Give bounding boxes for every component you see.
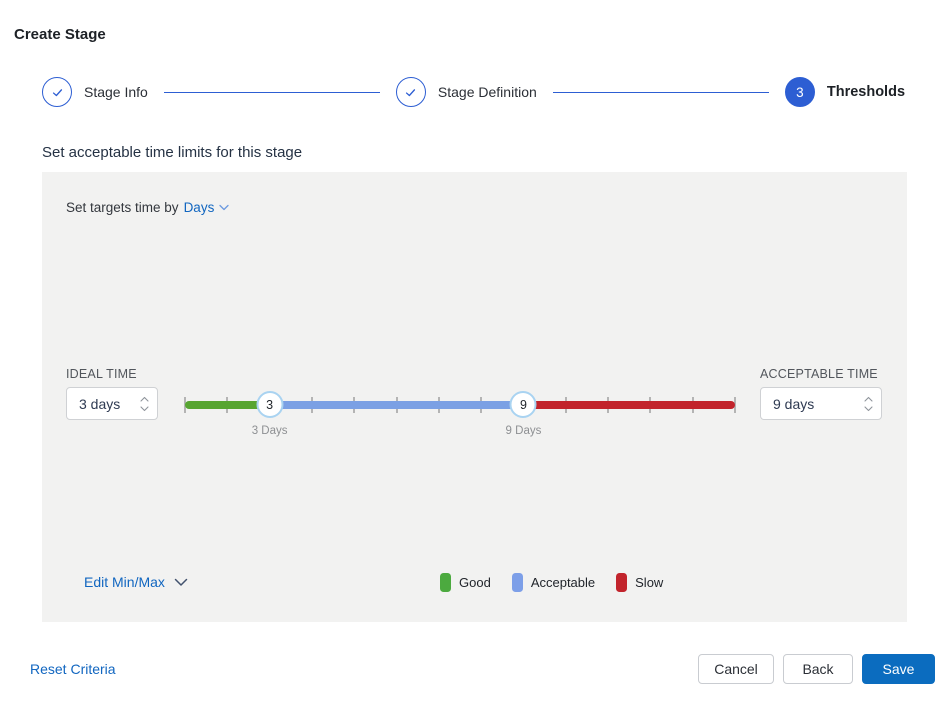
- ideal-time-value: 3 days: [79, 396, 120, 412]
- thresholds-panel: Set targets time by Days IDEAL TIME 3 da…: [42, 172, 907, 622]
- wizard-stepper: Stage Info Stage Definition 3 Thresholds: [42, 77, 905, 107]
- legend-label: Good: [459, 575, 491, 590]
- acceptable-time-label: ACCEPTABLE TIME: [760, 367, 878, 381]
- reset-criteria-link[interactable]: Reset Criteria: [30, 661, 116, 677]
- section-heading: Set acceptable time limits for this stag…: [42, 144, 302, 161]
- stepper-connector: [164, 92, 380, 93]
- page-title: Create Stage: [14, 26, 106, 43]
- unit-dropdown-value: Days: [184, 200, 215, 215]
- step-label: Stage Info: [84, 84, 148, 100]
- chevron-down-icon: [140, 405, 149, 411]
- step-stage-definition[interactable]: Stage Definition: [396, 77, 537, 107]
- handle-value: 9: [520, 398, 527, 412]
- legend-item-good: Good: [440, 573, 491, 592]
- chevron-up-icon: [864, 396, 873, 402]
- edit-minmax-label: Edit Min/Max: [84, 574, 165, 590]
- chevron-up-icon: [140, 396, 149, 402]
- step-label: Thresholds: [827, 84, 905, 100]
- legend-label: Slow: [635, 575, 663, 590]
- check-circle-icon: [42, 77, 72, 107]
- acceptable-time-stepper[interactable]: [864, 396, 873, 411]
- save-button[interactable]: Save: [862, 654, 935, 684]
- threshold-slider: 3 9 3 Days 9 Days: [185, 391, 735, 447]
- slider-segment-slow: [523, 401, 735, 409]
- back-button[interactable]: Back: [783, 654, 853, 684]
- acceptable-swatch-icon: [512, 573, 523, 592]
- handle-value: 3: [266, 398, 273, 412]
- good-swatch-icon: [440, 573, 451, 592]
- chevron-down-icon: [174, 578, 188, 587]
- acceptable-time-input[interactable]: 9 days: [760, 387, 882, 420]
- unit-dropdown[interactable]: Days: [184, 200, 230, 215]
- step-thresholds[interactable]: 3 Thresholds: [785, 77, 905, 107]
- slider-handle-ideal[interactable]: 3: [256, 391, 283, 418]
- legend-item-slow: Slow: [616, 573, 663, 592]
- handle-label-ideal: 3 Days: [252, 425, 288, 437]
- create-stage-dialog: Create Stage Stage Info Stage Definition…: [0, 0, 949, 701]
- set-targets-row: Set targets time by Days: [66, 200, 229, 215]
- ideal-time-stepper[interactable]: [140, 396, 149, 411]
- step-stage-info[interactable]: Stage Info: [42, 77, 148, 107]
- chevron-down-icon: [219, 204, 229, 211]
- slider-segment-acceptable: [270, 401, 524, 409]
- slider-handle-acceptable[interactable]: 9: [510, 391, 537, 418]
- legend-item-acceptable: Acceptable: [512, 573, 595, 592]
- cancel-button[interactable]: Cancel: [698, 654, 774, 684]
- ideal-time-label: IDEAL TIME: [66, 367, 137, 381]
- step-label: Stage Definition: [438, 84, 537, 100]
- ideal-time-input[interactable]: 3 days: [66, 387, 158, 420]
- step-number-badge: 3: [785, 77, 815, 107]
- targets-prefix-label: Set targets time by: [66, 200, 179, 215]
- acceptable-time-value: 9 days: [773, 396, 814, 412]
- slow-swatch-icon: [616, 573, 627, 592]
- legend-label: Acceptable: [531, 575, 595, 590]
- handle-label-acceptable: 9 Days: [506, 425, 542, 437]
- check-circle-icon: [396, 77, 426, 107]
- chevron-down-icon: [864, 405, 873, 411]
- slider-legend: Good Acceptable Slow: [440, 573, 663, 592]
- edit-minmax-link[interactable]: Edit Min/Max: [84, 574, 188, 590]
- stepper-connector: [553, 92, 769, 93]
- footer-actions: Cancel Back Save: [698, 654, 935, 684]
